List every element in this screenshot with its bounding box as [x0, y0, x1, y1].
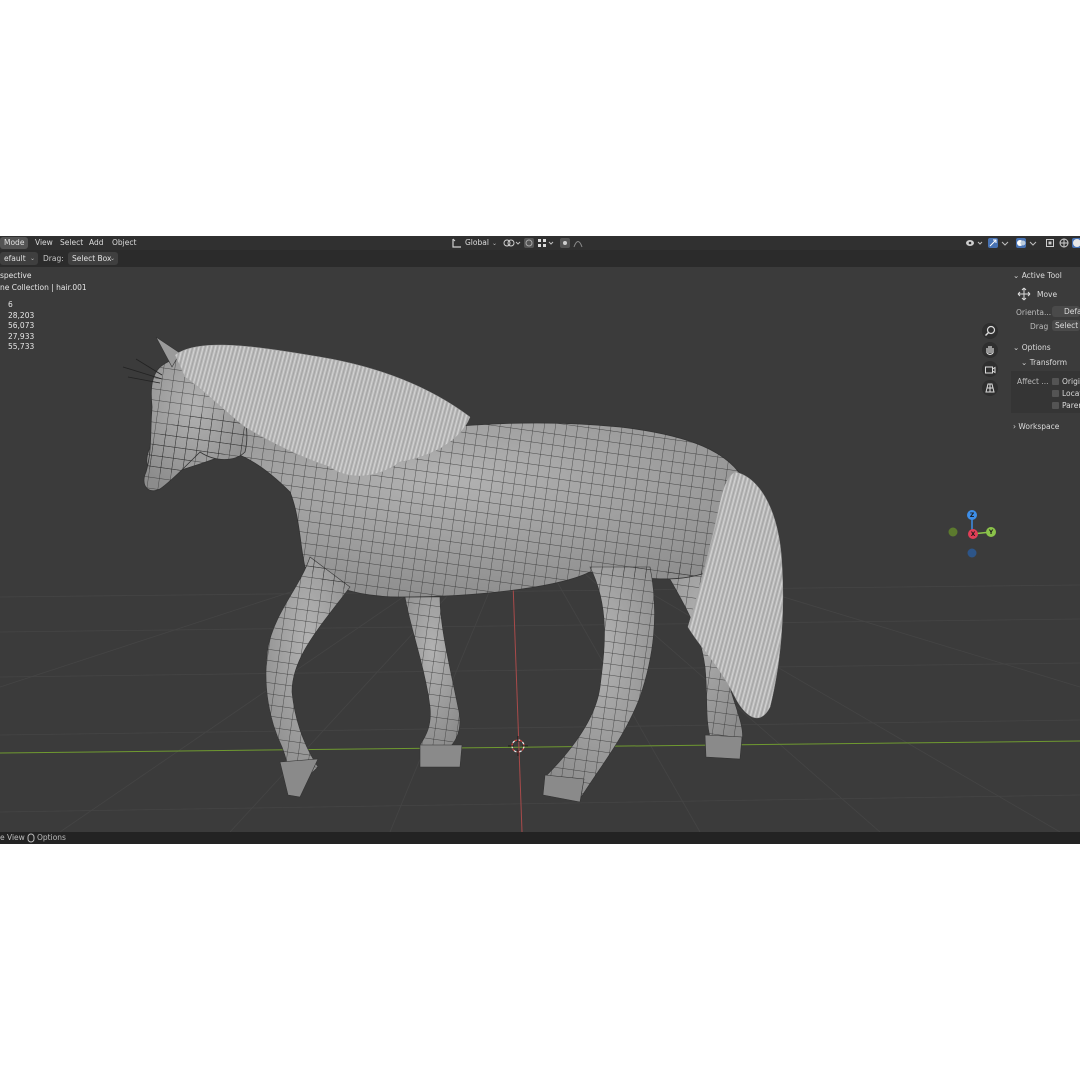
menu-add[interactable]: Add — [89, 237, 104, 249]
drag-field-value: Select B — [1055, 321, 1080, 330]
tool-settings-bar: efault ⌄ Drag: Select Box ⌄ — [0, 250, 1080, 267]
workspace-title: Workspace — [1018, 422, 1060, 431]
workspace-header[interactable]: › Workspace — [1013, 422, 1059, 431]
solid-shading-icon[interactable] — [1072, 238, 1080, 248]
orientation-dropdown-value: efault — [4, 254, 26, 263]
affect-parent-label: Paren — [1062, 401, 1080, 410]
mode-label: Mode — [4, 238, 25, 247]
overlay-toggle-icon[interactable] — [1016, 238, 1026, 248]
view-name: spective — [0, 271, 32, 280]
3d-cursor — [508, 736, 528, 756]
move-icon — [1017, 287, 1031, 303]
affect-location-label: Locat — [1062, 389, 1080, 398]
orientation-field-value: Defa — [1064, 307, 1080, 316]
chevron-down-icon: ⌄ — [29, 255, 35, 262]
status-bar: e View Options — [0, 832, 1080, 844]
visibility-icon[interactable] — [965, 238, 987, 250]
drag-label: Drag — [1030, 322, 1049, 331]
transform-title: Transform — [1029, 358, 1067, 367]
xray-icon[interactable] — [1045, 238, 1055, 248]
zoom-icon[interactable] — [982, 323, 998, 339]
affect-origin-label: Origin — [1062, 377, 1080, 386]
options-header[interactable]: ⌄ Options — [1013, 343, 1051, 352]
active-tool-title: Active Tool — [1021, 271, 1062, 280]
options-title: Options — [1021, 343, 1051, 352]
drag-field[interactable]: Select B — [1052, 320, 1080, 331]
orientation-label: Orienta... — [1016, 308, 1052, 317]
affect-location-checkbox[interactable] — [1052, 390, 1059, 397]
viewport-header: Mode View Select Add Object Global ⌄ — [0, 236, 1080, 250]
orientation-value: Global — [465, 238, 489, 247]
tool-name: Move — [1037, 290, 1058, 299]
falloff-icon[interactable] — [573, 238, 591, 250]
pivot-icon[interactable] — [503, 238, 521, 250]
chevron-down-icon: ⌄ — [1013, 271, 1020, 280]
stat-objects: 6 — [8, 300, 13, 309]
status-options-label[interactable]: Options — [37, 833, 66, 842]
x-axis-line — [0, 740, 1080, 754]
sidebar-panel: ⌄ Active Tool Move Orienta... Defa Drag … — [1009, 267, 1080, 487]
blender-window: Mode View Select Add Object Global ⌄ efa… — [0, 236, 1080, 844]
gizmo-toggle-icon[interactable] — [988, 238, 998, 248]
chevron-down-icon: ⌄ — [109, 255, 115, 262]
perspective-grid-icon[interactable] — [982, 380, 998, 396]
camera-view-icon[interactable] — [982, 361, 998, 377]
menu-view[interactable]: View — [35, 237, 53, 249]
gizmo-y-label: Y — [988, 529, 994, 536]
affect-origin-checkbox[interactable] — [1052, 378, 1059, 385]
proportional-edit-icon[interactable] — [560, 238, 570, 248]
gizmo-x-label: X — [971, 531, 976, 538]
chevron-down-icon: ⌄ — [491, 240, 497, 247]
mouse-icon — [27, 833, 35, 844]
snap-icon[interactable] — [524, 238, 534, 248]
orientation-dropdown[interactable]: Global ⌄ — [465, 237, 497, 249]
drag-label: Drag: — [43, 254, 64, 263]
navigation-gizmo: Z Y X — [948, 510, 996, 558]
menu-select[interactable]: Select — [60, 237, 83, 249]
stat-vertices: 28,203 — [8, 311, 35, 320]
snap-target-icon[interactable] — [537, 238, 555, 250]
menu-object[interactable]: Object — [112, 237, 136, 249]
stat-edges: 56,073 — [8, 321, 35, 330]
wireframe-shading-icon[interactable] — [1059, 238, 1069, 248]
overlay-dropdown-icon[interactable] — [1028, 238, 1038, 250]
chevron-right-icon: › — [1013, 422, 1016, 431]
viewport-canvas: Z Y X — [0, 336, 1080, 832]
drag-dropdown[interactable]: Select Box ⌄ — [68, 252, 118, 265]
mode-selector[interactable]: Mode — [0, 237, 28, 249]
stat-triangles: 55,733 — [8, 342, 35, 351]
chevron-down-icon: ⌄ — [1021, 358, 1028, 367]
affect-parent-checkbox[interactable] — [1052, 402, 1059, 409]
transform-header[interactable]: ⌄ Transform — [1021, 358, 1067, 367]
active-tool-header[interactable]: ⌄ Active Tool — [1013, 271, 1062, 280]
collection-name: ne Collection | hair.001 — [0, 283, 87, 292]
orientation-field[interactable]: Defa — [1052, 306, 1080, 317]
gizmo-dropdown-icon[interactable] — [1000, 238, 1010, 250]
3d-viewport[interactable]: Z Y X spective ne Collection | hair.001 … — [0, 267, 1080, 832]
orientation-icon — [452, 238, 462, 250]
affect-label: Affect ... — [1017, 377, 1049, 386]
status-view-label: e View — [0, 833, 25, 842]
gizmo-z-label: Z — [970, 512, 975, 519]
stat-faces: 27,933 — [8, 332, 35, 341]
pan-hand-icon[interactable] — [982, 342, 998, 358]
transform-orientation-dropdown[interactable]: efault ⌄ — [0, 252, 38, 265]
drag-dropdown-value: Select Box — [72, 254, 112, 263]
chevron-down-icon: ⌄ — [1013, 343, 1020, 352]
